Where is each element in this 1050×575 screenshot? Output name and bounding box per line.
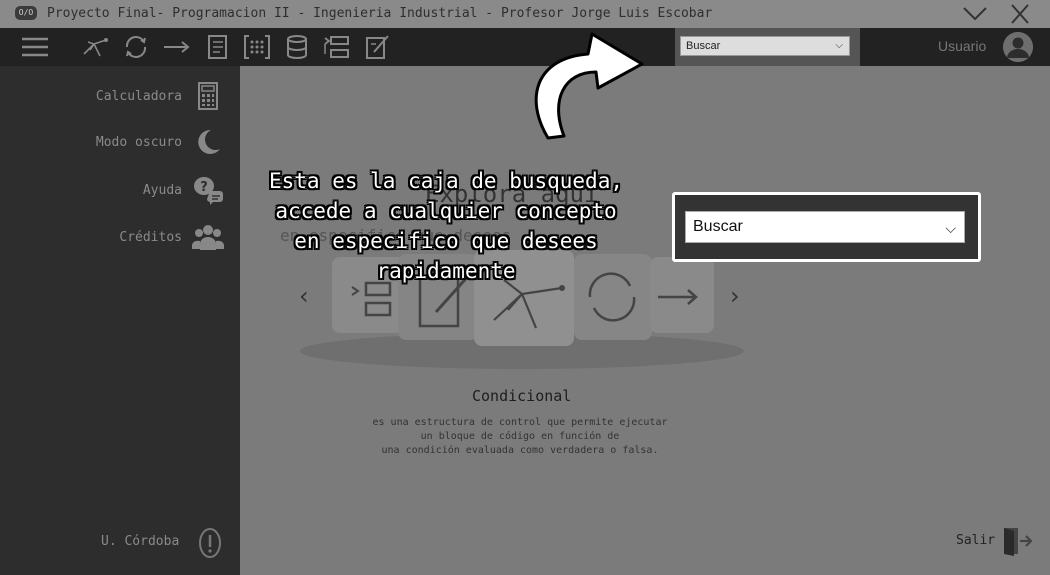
calculator-icon — [192, 81, 224, 111]
university-label: U. Córdoba — [101, 534, 180, 549]
menu-button[interactable] — [20, 32, 50, 62]
tutorial-line: Esta es la caja de busqueda, — [268, 169, 623, 193]
university-logo-icon[interactable] — [197, 527, 223, 559]
sidebar: Calculadora Modo oscuro Ayuda ? Créditos — [0, 66, 240, 575]
concept-description-line: es una estructura de control que permite… — [372, 417, 668, 428]
concept-description-line: una condición evaluada como verdadera o … — [381, 445, 659, 456]
moon-icon — [192, 127, 224, 157]
sidebar-item-label: Ayuda — [142, 182, 182, 198]
arrow-right-icon — [658, 289, 698, 305]
toolbar-document-button[interactable] — [203, 32, 233, 62]
cycle-icon — [125, 36, 147, 58]
tutorial-search-callout: Buscar ⌵ — [672, 192, 981, 262]
curved-arrow-icon — [534, 32, 644, 140]
sidebar-item-label: Créditos — [119, 229, 182, 245]
database-icon — [287, 35, 307, 59]
search-dropdown[interactable]: Buscar ⌵ — [680, 36, 850, 56]
top-toolbar: Buscar ⌵ Usuario — [0, 28, 1050, 66]
tutorial-line: en especifico que desees — [294, 229, 598, 253]
avatar[interactable] — [1003, 32, 1033, 62]
matrix-icon — [244, 35, 270, 59]
carousel-card-arrow[interactable] — [650, 257, 714, 333]
exit-door-icon[interactable] — [1000, 526, 1033, 556]
toolbar-edit-button[interactable] — [362, 32, 392, 62]
concept-description: es una estructura de control que permite… — [350, 416, 690, 458]
toolbar-list-flow-button[interactable] — [322, 32, 352, 62]
toolbar-matrix-button[interactable] — [242, 32, 272, 62]
concept-description-line: un bloque de código en función de — [420, 431, 620, 442]
document-icon — [208, 35, 227, 59]
callout-search-dropdown[interactable]: Buscar ⌵ — [685, 211, 965, 243]
concept-title: Condicional — [472, 387, 572, 405]
svg-text:?: ? — [200, 180, 208, 195]
carousel-next-button[interactable]: › — [730, 282, 740, 310]
sidebar-item-calculadora[interactable]: Calculadora — [96, 81, 224, 111]
exit-label[interactable]: Salir — [956, 533, 995, 548]
close-button[interactable] — [1005, 2, 1035, 26]
toolbar-cycle-button[interactable] — [121, 32, 151, 62]
sparkles-icon — [83, 38, 108, 57]
close-icon — [1011, 4, 1029, 24]
title-bar: O/O Proyecto Final- Programacion II - In… — [0, 0, 1050, 28]
user-icon — [1003, 32, 1033, 62]
sidebar-item-label: Modo oscuro — [95, 134, 182, 150]
edit-icon — [366, 35, 389, 59]
menu-icon — [22, 37, 48, 57]
sidebar-item-label: Calculadora — [95, 88, 182, 104]
toolbar-sparkles-button[interactable] — [80, 32, 110, 62]
help-chat-icon: ? — [192, 175, 224, 205]
chevron-down-icon: ⌵ — [835, 40, 843, 51]
sidebar-item-creditos[interactable]: Créditos — [119, 222, 224, 252]
carousel-prev-button[interactable]: ‹ — [299, 282, 309, 310]
chevron-down-icon: ⌵ — [945, 220, 956, 236]
search-value: Buscar — [686, 40, 721, 52]
tutorial-message: Esta es la caja de busqueda, accede a cu… — [246, 166, 646, 286]
toolbar-arrow-button[interactable] — [162, 32, 192, 62]
minimize-button[interactable] — [960, 2, 990, 26]
window-title: Proyecto Final- Programacion II - Ingeni… — [47, 6, 713, 21]
tutorial-line: accede a cualquier concepto — [275, 199, 617, 223]
people-icon — [192, 222, 224, 252]
toolbar-database-button[interactable] — [282, 32, 312, 62]
app-icon: O/O — [15, 6, 37, 20]
tutorial-line: rapidamente — [376, 259, 516, 283]
list-flow-icon — [324, 36, 349, 58]
sidebar-item-modo-oscuro[interactable]: Modo oscuro — [96, 127, 224, 157]
callout-search-value: Buscar — [693, 218, 743, 235]
chevron-down-icon — [963, 7, 987, 21]
arrow-right-icon — [164, 41, 190, 53]
user-label[interactable]: Usuario — [938, 38, 986, 54]
sidebar-item-ayuda[interactable]: Ayuda ? — [143, 175, 224, 205]
